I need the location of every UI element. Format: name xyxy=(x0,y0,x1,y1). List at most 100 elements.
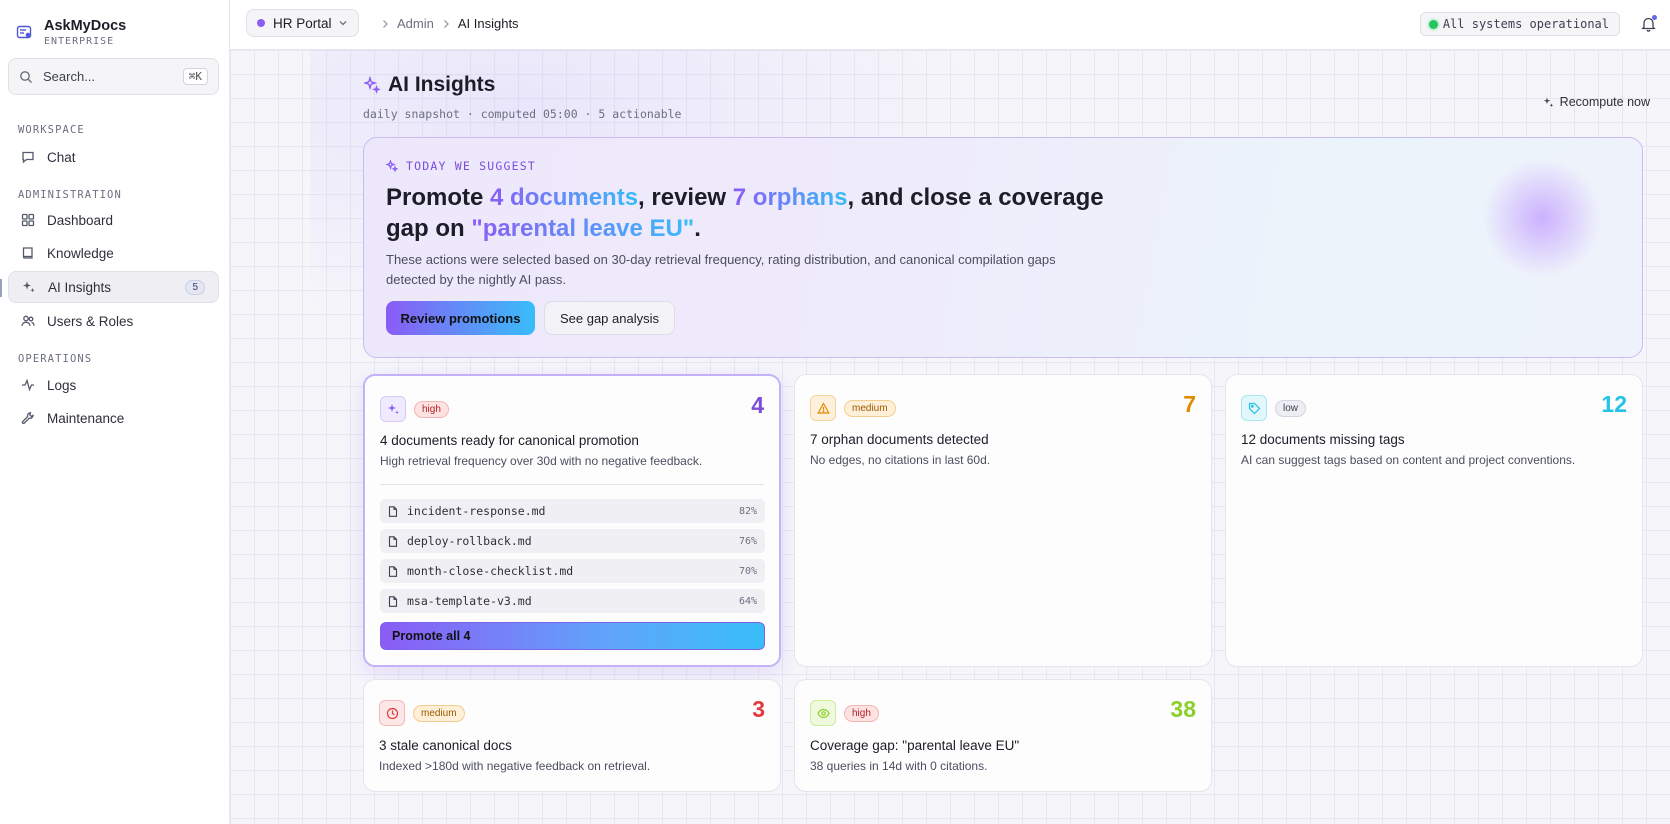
doc-row[interactable]: month-close-checklist.md 70% xyxy=(380,559,765,583)
card-count: 7 xyxy=(1183,391,1196,417)
activity-icon xyxy=(22,378,34,392)
brand-logo-icon xyxy=(16,25,32,39)
status-ok-dot xyxy=(1428,19,1438,29)
insight-card-orphans[interactable]: medium 7 7 orphan documents detected No … xyxy=(794,374,1212,667)
hero-eyebrow-text: TODAY WE SUGGEST xyxy=(406,159,536,173)
hero-highlight-orphans: 7 orphans xyxy=(732,184,848,211)
sidebar-item-dashboard[interactable]: Dashboard xyxy=(8,204,219,236)
doc-row[interactable]: msa-template-v3.md 64% xyxy=(380,589,765,613)
card-title: 7 orphan documents detected xyxy=(810,432,989,447)
nav-active-indicator xyxy=(0,279,2,297)
doc-row[interactable]: deploy-rollback.md 76% xyxy=(380,529,765,553)
review-promotions-button[interactable]: Review promotions xyxy=(386,301,535,335)
card-title: Coverage gap: "parental leave EU" xyxy=(810,738,1020,753)
search-icon xyxy=(20,70,32,83)
hero-title-text: , review xyxy=(638,184,733,211)
severity-badge: high xyxy=(844,705,879,722)
brand[interactable]: AskMyDocs ENTERPRISE xyxy=(0,0,229,50)
tag-icon xyxy=(1248,402,1260,414)
card-description: AI can suggest tags based on content and… xyxy=(1241,453,1576,467)
hero-description: These actions were selected based on 30-… xyxy=(386,252,1056,287)
doc-row[interactable]: incident-response.md 82% xyxy=(380,499,765,523)
page-subtitle: daily snapshot · computed 05:00 · 5 acti… xyxy=(363,107,682,121)
brand-subtitle: ENTERPRISE xyxy=(44,35,115,47)
portal-switcher[interactable]: HR Portal xyxy=(246,9,359,37)
sidebar-item-ai-insights[interactable]: AI Insights 5 xyxy=(8,271,219,303)
see-gap-analysis-button[interactable]: See gap analysis xyxy=(544,301,675,335)
card-title: 4 documents ready for canonical promotio… xyxy=(380,433,639,448)
sidebar-item-knowledge[interactable]: Knowledge xyxy=(8,237,219,269)
sidebar-item-users-roles[interactable]: Users & Roles xyxy=(8,305,219,337)
chevron-right-icon xyxy=(383,19,388,28)
search-input[interactable]: Search... ⌘K xyxy=(8,58,219,95)
sidebar-item-label: Knowledge xyxy=(47,245,114,261)
doc-score: 64% xyxy=(738,595,757,607)
insight-card-promotion[interactable]: high 4 4 documents ready for canonical p… xyxy=(363,374,781,667)
doc-name: month-close-checklist.md xyxy=(407,564,574,578)
file-icon xyxy=(388,595,398,607)
system-status-badge[interactable]: All systems operational xyxy=(1419,12,1620,36)
recompute-label: Recompute now xyxy=(1559,95,1650,109)
sparkles-icon xyxy=(1543,97,1553,107)
system-status-text: All systems operational xyxy=(1442,17,1609,31)
card-icon-box xyxy=(380,396,406,422)
sparkles-icon xyxy=(23,281,35,293)
doc-name: deploy-rollback.md xyxy=(407,534,532,548)
grid-icon xyxy=(21,213,35,227)
suggestion-hero: TODAY WE SUGGEST Promote 4 documents, re… xyxy=(363,137,1643,358)
chat-icon xyxy=(22,151,34,164)
card-title: 3 stale canonical docs xyxy=(379,738,512,753)
chevron-down-icon xyxy=(339,21,347,26)
breadcrumb: Admin AI Insights xyxy=(373,16,519,31)
hero-highlight-gap: "parental leave EU" xyxy=(471,215,695,242)
sidebar-item-chat[interactable]: Chat xyxy=(8,141,219,173)
insight-card-tags[interactable]: low 12 12 documents missing tags AI can … xyxy=(1225,374,1643,667)
hero-title-text: . xyxy=(694,215,701,242)
card-description: Indexed >180d with negative feedback on … xyxy=(379,759,651,773)
hero-title-text: Promote xyxy=(386,184,491,211)
eye-icon xyxy=(816,708,830,718)
sidebar-item-logs[interactable]: Logs xyxy=(8,369,219,401)
recompute-button[interactable]: Recompute now xyxy=(1543,95,1650,109)
main-content: AI Insights daily snapshot · computed 05… xyxy=(230,50,1670,824)
book-icon xyxy=(22,247,33,259)
notification-dot xyxy=(1652,15,1657,20)
nav-section-workspace: WORKSPACE xyxy=(18,124,85,136)
card-description: No edges, no citations in last 60d. xyxy=(810,453,991,467)
warning-icon xyxy=(816,401,830,414)
promote-all-button[interactable]: Promote all 4 xyxy=(380,622,765,650)
portal-color-dot xyxy=(257,19,265,27)
card-icon-box xyxy=(810,395,836,421)
doc-score: 82% xyxy=(738,505,757,517)
breadcrumb-admin[interactable]: Admin xyxy=(397,16,434,31)
sparkles-icon xyxy=(364,76,380,94)
sidebar-item-label: Maintenance xyxy=(47,410,125,426)
doc-name: msa-template-v3.md xyxy=(407,594,532,608)
card-count: 38 xyxy=(1170,696,1196,722)
file-icon xyxy=(388,505,398,517)
hero-highlight-documents: 4 documents xyxy=(490,184,639,211)
nav-section-operations: OPERATIONS xyxy=(18,353,93,365)
sidebar-item-count-badge: 5 xyxy=(185,279,205,295)
portal-name: HR Portal xyxy=(273,15,332,31)
doc-score: 76% xyxy=(738,535,757,547)
sparkles-icon xyxy=(386,160,398,172)
insight-card-coverage[interactable]: high 38 Coverage gap: "parental leave EU… xyxy=(794,679,1212,792)
card-count: 3 xyxy=(752,696,765,722)
users-icon xyxy=(21,315,35,327)
insight-card-stale[interactable]: medium 3 3 stale canonical docs Indexed … xyxy=(363,679,781,792)
sidebar-item-label: Users & Roles xyxy=(47,313,134,329)
card-description: 38 queries in 14d with 0 citations. xyxy=(810,759,988,773)
sidebar-item-label: Chat xyxy=(47,149,76,165)
severity-badge: medium xyxy=(413,705,465,722)
sidebar-item-maintenance[interactable]: Maintenance xyxy=(8,402,219,434)
sidebar-item-label: AI Insights xyxy=(48,279,112,295)
doc-name: incident-response.md xyxy=(407,504,546,518)
page-title: AI Insights xyxy=(364,73,495,97)
file-icon xyxy=(388,565,398,577)
search-shortcut: ⌘K xyxy=(182,68,208,85)
sidebar: AskMyDocs ENTERPRISE Search... ⌘K WORKSP… xyxy=(0,0,230,824)
severity-badge: medium xyxy=(844,400,896,417)
card-icon-box xyxy=(810,700,836,726)
card-icon-box xyxy=(379,700,405,726)
